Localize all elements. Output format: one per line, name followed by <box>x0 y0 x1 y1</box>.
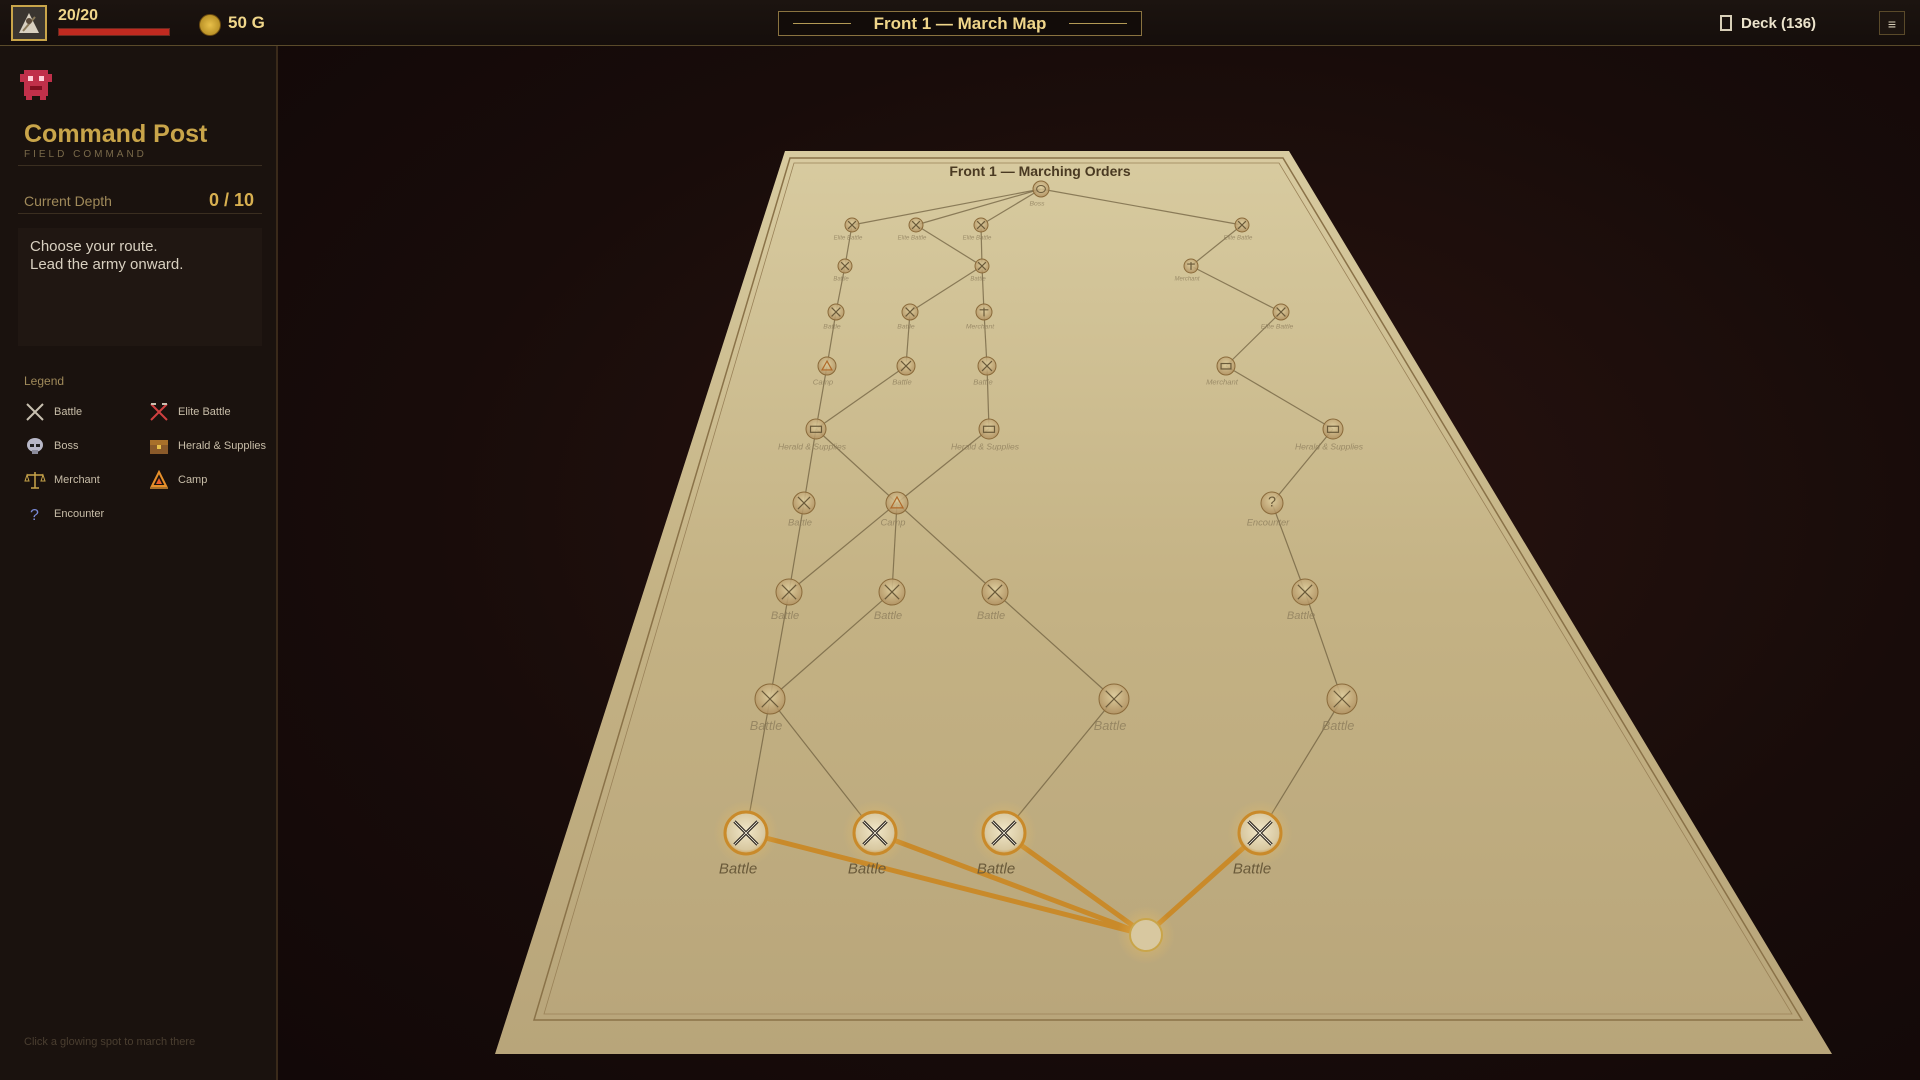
node-label: Battle <box>970 276 986 282</box>
message-line: Choose your route. <box>30 238 158 255</box>
message-box: Choose your route. Lead the army onward. <box>18 228 262 346</box>
sidebar-subtitle: FIELD COMMAND <box>24 149 147 160</box>
divider <box>18 165 262 166</box>
node-label: Elite Battle <box>963 235 992 241</box>
node-label: Battle <box>977 861 1015 878</box>
node-label: Elite Battle <box>898 235 927 241</box>
node-label: Battle <box>973 378 993 387</box>
svg-text:?: ? <box>30 507 39 524</box>
legend-label: Elite Battle <box>178 406 231 418</box>
deck-icon[interactable] <box>1720 15 1732 31</box>
divider <box>18 213 262 214</box>
node-label: Elite Battle <box>1261 323 1294 330</box>
node-circle <box>1032 180 1050 198</box>
node-label: Herald & Supplies <box>778 442 847 452</box>
depth-label: Current Depth <box>24 193 112 209</box>
sidebar: Command Post FIELD COMMAND Current Depth… <box>0 46 278 1080</box>
legend-label: Merchant <box>54 474 100 486</box>
node-label: Battle <box>1287 610 1315 622</box>
node-label: Battle <box>897 323 915 330</box>
start-node <box>1117 906 1175 964</box>
legend-label: Boss <box>54 440 79 452</box>
node-label: Battle <box>848 861 886 878</box>
node-circle <box>817 356 837 376</box>
node-label: Battle <box>771 610 799 622</box>
demon-crest-icon <box>20 70 52 100</box>
node-label: Battle <box>750 718 783 733</box>
crossed-swords-icon <box>26 403 44 421</box>
node-label: Camp <box>881 518 906 528</box>
hp-text: 20/20 <box>58 7 99 24</box>
current-position-marker <box>1129 918 1163 952</box>
node-label: Battle <box>874 610 902 622</box>
elite-swords-icon <box>150 403 168 421</box>
node-label: Elite Battle <box>1224 235 1253 241</box>
chest-icon <box>150 440 168 454</box>
question-icon: ? <box>1268 495 1276 511</box>
node-label: Camp <box>813 378 833 387</box>
node-label: Battle <box>892 378 912 387</box>
commander-portrait[interactable] <box>11 5 47 41</box>
legend-title: Legend <box>24 374 65 388</box>
top-bar: 20/20 50 G Front 1 — March Map Deck (136… <box>0 0 1920 46</box>
node-circle <box>1322 418 1344 440</box>
node-circle <box>978 418 1000 440</box>
legend-label: Encounter <box>54 508 105 520</box>
hp-bar-fill <box>59 29 169 35</box>
legend-label: Herald & Supplies <box>178 440 267 452</box>
march-map-board: Front 1 — Marching Orders Boss Elite Batt… <box>495 151 1832 1054</box>
map-title: Front 1 — March Map <box>778 11 1142 36</box>
node-circle <box>885 491 909 515</box>
node-label: Battle <box>833 276 849 282</box>
message-line: Lead the army onward. <box>30 256 184 273</box>
node-label: Merchant <box>1174 276 1199 282</box>
node-label: Battle <box>1094 718 1127 733</box>
question-icon: ? <box>30 507 39 524</box>
node-label: Encounter <box>1247 518 1290 528</box>
map-title-text: Front 1 — March Map <box>873 14 1047 33</box>
node-label: Battle <box>1233 861 1271 878</box>
gold-coin-icon <box>199 14 221 36</box>
node-label: Battle <box>719 861 757 878</box>
node-label: Battle <box>823 323 841 330</box>
scales-icon <box>24 472 46 489</box>
sidebar-title: Command Post <box>24 120 208 148</box>
depth-value: 0 / 10 <box>208 190 254 210</box>
node-label: Herald & Supplies <box>951 442 1020 452</box>
node-label: Battle <box>1322 718 1355 733</box>
node-label: Boss <box>1029 200 1045 207</box>
node-circle <box>1216 356 1236 376</box>
campfire-icon <box>150 470 168 489</box>
hp-bar <box>58 28 170 36</box>
node-label: Elite Battle <box>834 235 863 241</box>
menu-button[interactable]: ≡ <box>1879 11 1905 35</box>
legend-label: Battle <box>54 406 83 418</box>
node-circle <box>805 418 827 440</box>
hint-text: Click a glowing spot to march there <box>24 1036 196 1048</box>
node-label: Merchant <box>1206 378 1239 387</box>
node-label: Battle <box>788 518 812 528</box>
board-title: Front 1 — Marching Orders <box>949 163 1130 179</box>
knight-portrait-icon <box>13 7 45 39</box>
node-label: Merchant <box>966 323 995 330</box>
map-area: Front 1 — Marching Orders Boss Elite Batt… <box>278 46 1920 1080</box>
node-label: Battle <box>977 610 1005 622</box>
node-label: Herald & Supplies <box>1295 442 1364 452</box>
skull-helm-icon <box>27 438 43 454</box>
legend-label: Camp <box>178 474 208 486</box>
gold-text: 50 G <box>228 13 265 32</box>
deck-button[interactable]: Deck (136) <box>1741 15 1816 32</box>
title-divider-right <box>1069 23 1127 24</box>
title-divider-left <box>793 23 851 24</box>
